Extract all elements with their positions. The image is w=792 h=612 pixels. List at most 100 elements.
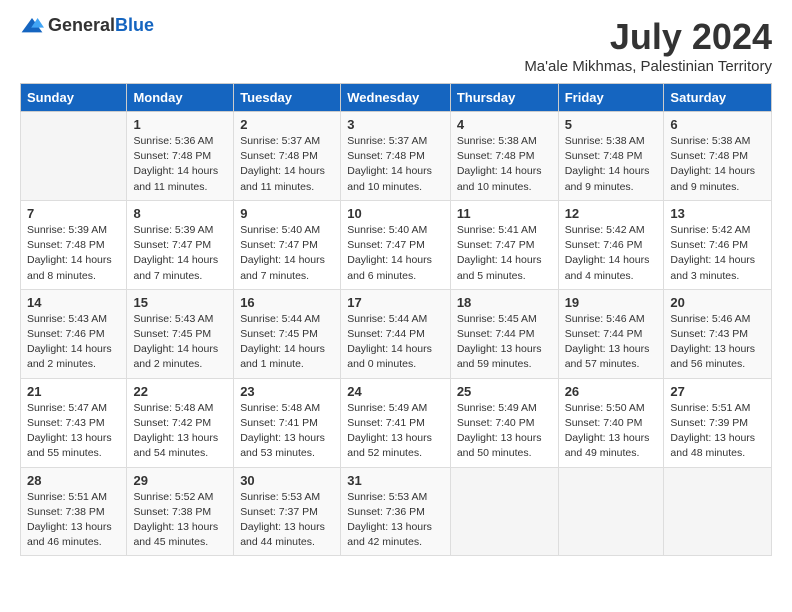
day-number: 16 <box>240 295 334 310</box>
day-info: Sunrise: 5:53 AM Sunset: 7:36 PM Dayligh… <box>347 490 444 551</box>
day-info: Sunrise: 5:40 AM Sunset: 7:47 PM Dayligh… <box>240 223 334 284</box>
table-row: 20 Sunrise: 5:46 AM Sunset: 7:43 PM Dayli… <box>664 289 772 378</box>
table-row: 27 Sunrise: 5:51 AM Sunset: 7:39 PM Dayli… <box>664 378 772 467</box>
day-number: 23 <box>240 384 334 399</box>
table-row: 12 Sunrise: 5:42 AM Sunset: 7:46 PM Dayli… <box>558 200 664 289</box>
header: GeneralBlue July 2024 Ma'ale Mikhmas, Pa… <box>20 16 772 75</box>
month-title: July 2024 <box>524 16 772 58</box>
table-row: 18Sunrise: 5:45 AM Sunset: 7:44 PM Dayli… <box>450 289 558 378</box>
day-info: Sunrise: 5:53 AM Sunset: 7:37 PM Dayligh… <box>240 490 334 551</box>
table-row: 1 Sunrise: 5:36 AM Sunset: 7:48 PM Daylig… <box>127 112 234 201</box>
header-saturday: Saturday <box>664 84 772 112</box>
day-number: 25 <box>457 384 552 399</box>
day-info: Sunrise: 5:49 AM Sunset: 7:40 PM Dayligh… <box>457 401 552 462</box>
day-number: 7 <box>27 206 120 221</box>
day-number: 5 <box>565 117 658 132</box>
day-number: 21 <box>27 384 120 399</box>
day-number: 31 <box>347 473 444 488</box>
table-row: 31 Sunrise: 5:53 AM Sunset: 7:36 PM Dayli… <box>341 467 451 556</box>
day-info: Sunrise: 5:39 AM Sunset: 7:48 PM Dayligh… <box>27 223 120 284</box>
day-number: 11 <box>457 206 552 221</box>
day-number: 17 <box>347 295 444 310</box>
day-info: Sunrise: 5:47 AM Sunset: 7:43 PM Dayligh… <box>27 401 120 462</box>
day-number: 27 <box>670 384 765 399</box>
table-row: 28 Sunrise: 5:51 AM Sunset: 7:38 PM Dayli… <box>21 467 127 556</box>
day-info: Sunrise: 5:52 AM Sunset: 7:38 PM Dayligh… <box>133 490 227 551</box>
table-row: 23 Sunrise: 5:48 AM Sunset: 7:41 PM Dayli… <box>234 378 341 467</box>
day-info: Sunrise: 5:41 AM Sunset: 7:47 PM Dayligh… <box>457 223 552 284</box>
location-title: Ma'ale Mikhmas, Palestinian Territory <box>524 58 772 75</box>
day-number: 24 <box>347 384 444 399</box>
table-row: 24 Sunrise: 5:49 AM Sunset: 7:41 PM Dayli… <box>341 378 451 467</box>
day-info: Sunrise: 5:40 AM Sunset: 7:47 PM Dayligh… <box>347 223 444 284</box>
title-area: July 2024 Ma'ale Mikhmas, Palestinian Te… <box>524 16 772 75</box>
header-tuesday: Tuesday <box>234 84 341 112</box>
table-row: 6Sunrise: 5:38 AM Sunset: 7:48 PM Daylig… <box>664 112 772 201</box>
day-info: Sunrise: 5:42 AM Sunset: 7:46 PM Dayligh… <box>670 223 765 284</box>
table-row: 15 Sunrise: 5:43 AM Sunset: 7:45 PM Dayli… <box>127 289 234 378</box>
day-number: 18 <box>457 295 552 310</box>
logo-icon <box>20 16 44 36</box>
day-info: Sunrise: 5:46 AM Sunset: 7:44 PM Dayligh… <box>565 312 658 373</box>
table-row <box>664 467 772 556</box>
day-number: 30 <box>240 473 334 488</box>
day-info: Sunrise: 5:50 AM Sunset: 7:40 PM Dayligh… <box>565 401 658 462</box>
table-row: 30 Sunrise: 5:53 AM Sunset: 7:37 PM Dayli… <box>234 467 341 556</box>
day-number: 13 <box>670 206 765 221</box>
day-number: 8 <box>133 206 227 221</box>
day-info: Sunrise: 5:46 AM Sunset: 7:43 PM Dayligh… <box>670 312 765 373</box>
day-number: 9 <box>240 206 334 221</box>
table-row: 2Sunrise: 5:37 AM Sunset: 7:48 PM Daylig… <box>234 112 341 201</box>
day-number: 12 <box>565 206 658 221</box>
table-row: 14Sunrise: 5:43 AM Sunset: 7:46 PM Dayli… <box>21 289 127 378</box>
day-number: 2 <box>240 117 334 132</box>
table-row: 7 Sunrise: 5:39 AM Sunset: 7:48 PM Daylig… <box>21 200 127 289</box>
table-row: 11 Sunrise: 5:41 AM Sunset: 7:47 PM Dayli… <box>450 200 558 289</box>
day-number: 6 <box>670 117 765 132</box>
header-wednesday: Wednesday <box>341 84 451 112</box>
calendar-body: 1 Sunrise: 5:36 AM Sunset: 7:48 PM Daylig… <box>21 112 772 556</box>
table-row: 4Sunrise: 5:38 AM Sunset: 7:48 PM Daylig… <box>450 112 558 201</box>
calendar-table: Sunday Monday Tuesday Wednesday Thursday… <box>20 83 772 556</box>
day-info: Sunrise: 5:51 AM Sunset: 7:38 PM Dayligh… <box>27 490 120 551</box>
day-info: Sunrise: 5:48 AM Sunset: 7:41 PM Dayligh… <box>240 401 334 462</box>
day-info: Sunrise: 5:49 AM Sunset: 7:41 PM Dayligh… <box>347 401 444 462</box>
day-info: Sunrise: 5:51 AM Sunset: 7:39 PM Dayligh… <box>670 401 765 462</box>
day-number: 20 <box>670 295 765 310</box>
logo-general: General <box>48 15 115 35</box>
day-number: 10 <box>347 206 444 221</box>
day-number: 3 <box>347 117 444 132</box>
day-number: 29 <box>133 473 227 488</box>
table-row: 29 Sunrise: 5:52 AM Sunset: 7:38 PM Dayli… <box>127 467 234 556</box>
table-row <box>558 467 664 556</box>
day-info: Sunrise: 5:38 AM Sunset: 7:48 PM Dayligh… <box>565 134 658 195</box>
day-number: 26 <box>565 384 658 399</box>
table-row: 3Sunrise: 5:37 AM Sunset: 7:48 PM Daylig… <box>341 112 451 201</box>
table-row <box>450 467 558 556</box>
day-number: 28 <box>27 473 120 488</box>
table-row: 19 Sunrise: 5:46 AM Sunset: 7:44 PM Dayli… <box>558 289 664 378</box>
table-row: 26 Sunrise: 5:50 AM Sunset: 7:40 PM Dayli… <box>558 378 664 467</box>
table-row: 16 Sunrise: 5:44 AM Sunset: 7:45 PM Dayli… <box>234 289 341 378</box>
day-info: Sunrise: 5:44 AM Sunset: 7:45 PM Dayligh… <box>240 312 334 373</box>
day-number: 1 <box>133 117 227 132</box>
table-row: 8 Sunrise: 5:39 AM Sunset: 7:47 PM Daylig… <box>127 200 234 289</box>
table-row: 17 Sunrise: 5:44 AM Sunset: 7:44 PM Dayli… <box>341 289 451 378</box>
logo-blue: Blue <box>115 15 154 35</box>
day-info: Sunrise: 5:38 AM Sunset: 7:48 PM Dayligh… <box>457 134 552 195</box>
day-info: Sunrise: 5:44 AM Sunset: 7:44 PM Dayligh… <box>347 312 444 373</box>
day-number: 22 <box>133 384 227 399</box>
day-info: Sunrise: 5:43 AM Sunset: 7:45 PM Dayligh… <box>133 312 227 373</box>
table-row: 25 Sunrise: 5:49 AM Sunset: 7:40 PM Dayli… <box>450 378 558 467</box>
table-row: 10 Sunrise: 5:40 AM Sunset: 7:47 PM Dayli… <box>341 200 451 289</box>
day-info: Sunrise: 5:39 AM Sunset: 7:47 PM Dayligh… <box>133 223 227 284</box>
day-info: Sunrise: 5:36 AM Sunset: 7:48 PM Dayligh… <box>133 134 227 195</box>
day-info: Sunrise: 5:42 AM Sunset: 7:46 PM Dayligh… <box>565 223 658 284</box>
day-number: 15 <box>133 295 227 310</box>
day-info: Sunrise: 5:48 AM Sunset: 7:42 PM Dayligh… <box>133 401 227 462</box>
day-info: Sunrise: 5:43 AM Sunset: 7:46 PM Dayligh… <box>27 312 120 373</box>
table-row: 5 Sunrise: 5:38 AM Sunset: 7:48 PM Daylig… <box>558 112 664 201</box>
header-thursday: Thursday <box>450 84 558 112</box>
day-number: 19 <box>565 295 658 310</box>
header-friday: Friday <box>558 84 664 112</box>
